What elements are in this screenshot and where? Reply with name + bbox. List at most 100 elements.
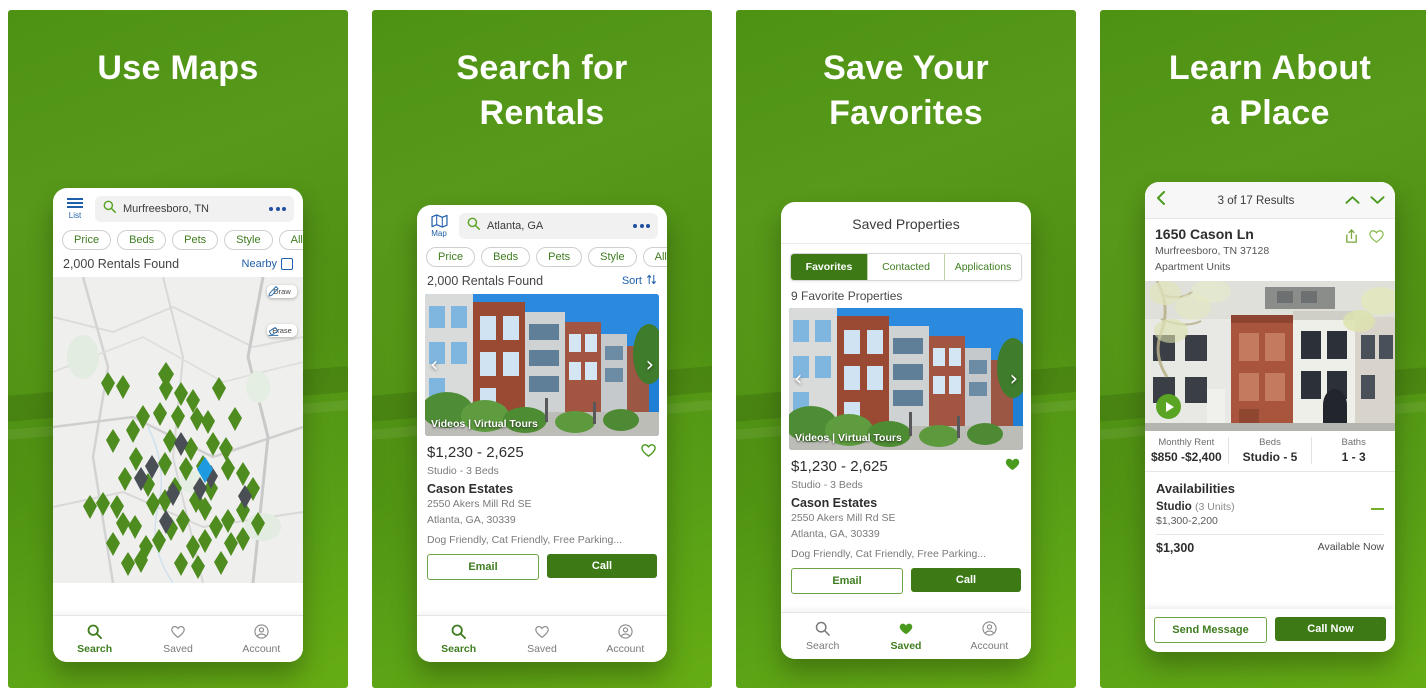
app-search-bar-row: Map Atlanta, GA (417, 205, 667, 243)
nav-account[interactable]: Account (948, 620, 1031, 652)
stat-baths: Baths 1 - 3 (1312, 437, 1395, 464)
account-icon (948, 620, 1031, 640)
account-icon (220, 623, 303, 643)
nav-saved[interactable]: Saved (500, 624, 583, 655)
availability-unit-row[interactable]: $1,300 Available Now (1145, 535, 1395, 555)
phone-screen-saved: Saved Properties Favorites Contacted App… (781, 202, 1031, 659)
more-options-icon[interactable] (269, 207, 286, 211)
nav-search[interactable]: Search (53, 624, 136, 655)
nav-search[interactable]: Search (417, 624, 500, 655)
detail-top-bar: 3 of 17 Results (1145, 182, 1395, 219)
panel-search-rentals: Search for Rentals Map Atlanta, GA Price… (372, 10, 712, 688)
sort-arrows-icon (646, 274, 657, 288)
availabilities-title: Availabilities (1156, 481, 1235, 497)
chip-price[interactable]: Price (62, 230, 112, 250)
chip-beds[interactable]: Beds (117, 230, 167, 250)
map-erase-tool[interactable]: Erase (267, 324, 297, 337)
filter-chips: Price Beds Pets Style All (417, 243, 667, 271)
chip-pets[interactable]: Pets (536, 247, 583, 267)
toggle-list-view-button[interactable]: List (62, 198, 88, 220)
listing-name[interactable]: Cason Estates (427, 482, 657, 496)
search-input-value: Murfreesboro, TN (123, 203, 209, 215)
nav-saved[interactable]: Saved (136, 624, 219, 655)
map-icon (426, 214, 452, 228)
share-icon[interactable] (1344, 228, 1359, 249)
chip-price[interactable]: Price (426, 247, 476, 267)
minus-icon[interactable] (1371, 508, 1384, 511)
heart-filled-icon[interactable] (1004, 456, 1021, 477)
sort-button[interactable]: Sort (622, 274, 657, 288)
nav-saved[interactable]: Saved (864, 621, 947, 652)
panel-save-favorites: Save Your Favorites Saved Properties Fav… (736, 10, 1076, 688)
photo-media-tag: Videos | Virtual Tours (431, 418, 538, 430)
search-icon (467, 217, 480, 235)
chip-style[interactable]: Style (224, 230, 273, 250)
chip-all[interactable]: All (642, 247, 667, 267)
chevron-left-icon[interactable]: ‹ (430, 354, 438, 376)
call-button[interactable]: Call (911, 567, 1021, 592)
property-type: Apartment Units (1155, 261, 1231, 274)
account-icon (584, 623, 667, 643)
nav-account[interactable]: Account (220, 623, 303, 655)
chevron-right-icon[interactable]: › (1010, 368, 1018, 390)
search-icon (417, 624, 500, 643)
chevron-left-icon[interactable]: ‹ (794, 368, 802, 390)
call-now-button[interactable]: Call Now (1275, 617, 1386, 641)
detail-header-actions (1344, 226, 1385, 249)
email-button[interactable]: Email (427, 553, 539, 580)
chip-pets[interactable]: Pets (172, 230, 219, 250)
property-hero-photo[interactable] (1145, 281, 1395, 432)
map-canvas[interactable]: Draw Erase (53, 277, 303, 583)
phone-screen-list: Map Atlanta, GA Price Beds Pets Style Al… (417, 205, 667, 662)
send-message-button[interactable]: Send Message (1154, 617, 1267, 643)
chevron-up-icon[interactable] (1345, 192, 1360, 210)
listing-name[interactable]: Cason Estates (791, 496, 1021, 510)
nav-account-label: Account (606, 642, 645, 655)
listing-photo[interactable]: ‹ › Videos | Virtual Tours (789, 308, 1023, 450)
search-input[interactable]: Murfreesboro, TN (95, 196, 294, 222)
listing-photo[interactable]: ‹ › Videos | Virtual Tours (425, 294, 659, 436)
heart-outline-icon[interactable] (640, 442, 657, 463)
brownstone-photo-graphic (1145, 281, 1395, 432)
tab-contacted[interactable]: Contacted (868, 254, 945, 280)
search-input[interactable]: Atlanta, GA (459, 213, 658, 239)
nav-account[interactable]: Account (584, 623, 667, 655)
search-icon (103, 200, 116, 218)
availability-group-studio[interactable]: Studio (3 Units) $1,300-2,200 (1145, 501, 1395, 527)
chip-beds[interactable]: Beds (481, 247, 531, 267)
nav-search[interactable]: Search (781, 621, 864, 652)
heart-outline-icon[interactable] (1368, 228, 1385, 249)
bottom-navigation: Search Saved Account (781, 612, 1031, 659)
availability-unit-type: Studio (3 Units) (1156, 501, 1235, 513)
panel-title: Learn About a Place (1168, 49, 1372, 132)
back-button[interactable] (1155, 191, 1167, 210)
map-draw-tool[interactable]: Draw (267, 285, 297, 298)
panel-use-maps: Use Maps List Murfreesboro, TN Price Bed… (8, 10, 348, 688)
chevron-down-icon[interactable] (1370, 192, 1385, 210)
price-row: $1,230 - 2,625 (427, 442, 657, 463)
tab-favorites[interactable]: Favorites (791, 254, 868, 280)
listing-beds: Studio - 3 Beds (427, 465, 499, 477)
more-options-icon[interactable] (633, 224, 650, 228)
chevron-right-icon[interactable]: › (646, 354, 654, 376)
listing-beds: Studio - 3 Beds (791, 479, 863, 491)
map-graphic (53, 277, 303, 583)
detail-cta-row: Send Message Call Now (1145, 609, 1395, 652)
list-icon (62, 198, 88, 210)
mode-label: Map (431, 229, 447, 238)
heart-filled-icon (864, 621, 947, 640)
chip-all[interactable]: All (278, 230, 303, 250)
nearby-toggle[interactable]: Nearby (242, 258, 293, 270)
toggle-map-view-button[interactable]: Map (426, 214, 452, 238)
tab-applications[interactable]: Applications (945, 254, 1021, 280)
nav-search-label: Search (441, 642, 477, 655)
apartment-photo-graphic (425, 294, 659, 436)
chip-style[interactable]: Style (588, 247, 637, 267)
mode-label: List (68, 211, 82, 220)
nav-saved-label: Saved (163, 642, 193, 655)
call-button[interactable]: Call (547, 553, 657, 578)
email-button[interactable]: Email (791, 567, 903, 594)
detail-header-text: 1650 Cason Ln Murfreesboro, TN 37128 Apa… (1155, 226, 1269, 274)
filter-chips: Price Beds Pets Style All (53, 226, 303, 254)
result-stepper (1345, 192, 1385, 210)
